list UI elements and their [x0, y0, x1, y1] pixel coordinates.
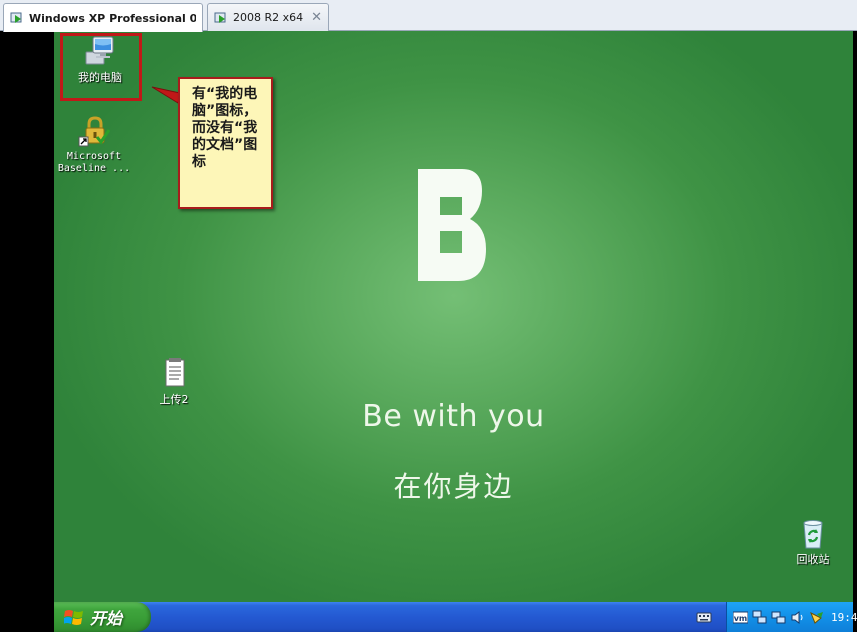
vm-power-icon [214, 12, 226, 23]
wallpaper-slogan-en: Be with you [362, 399, 545, 434]
tab-2008-r2[interactable]: 2008 R2 x64 ✕ [207, 3, 329, 31]
desktop-icon-recycle-bin[interactable]: 回收站 [773, 517, 853, 566]
keyboard-icon[interactable] [696, 610, 712, 624]
wallpaper-slogan-cn: 在你身边 [393, 470, 514, 503]
tab-label: 2008 R2 x64 [233, 11, 304, 24]
close-icon[interactable]: ✕ [307, 10, 322, 25]
recycle-bin-icon [803, 520, 823, 549]
desktop-icon-mbsa[interactable]: Microsoft Baseline ... [54, 115, 134, 175]
vm-icon[interactable]: vm [733, 610, 748, 625]
computer-icon [85, 36, 114, 65]
tab-label: Windows XP Professional 02 [29, 11, 196, 25]
icon-label: 回收站 [796, 553, 830, 566]
lock-icon [78, 116, 111, 147]
windows-flag-icon [64, 610, 83, 625]
wallpaper-logo [418, 169, 486, 281]
vm-window: Windows XP Professional 02 2008 R2 x64 ✕ [0, 0, 857, 632]
vm-right-border [853, 31, 857, 632]
icon-label: Microsoft Baseline ... [57, 151, 131, 174]
vm-power-icon [10, 12, 22, 23]
desktop[interactable]: 我的电脑 Microsoft Baseline ... 上传2 回收站 有“我的… [54, 31, 853, 602]
network-icon[interactable] [752, 610, 767, 625]
network-icon-2[interactable] [771, 610, 786, 625]
sound-icon[interactable] [790, 610, 805, 625]
clock[interactable]: 19:47 [831, 611, 857, 624]
text-file-icon [165, 358, 185, 387]
taskbar: 开始 vm 19:4 [54, 602, 857, 632]
svg-text:vm: vm [734, 614, 748, 623]
start-label: 开始 [90, 609, 123, 628]
desktop-icon-my-computer[interactable]: 我的电脑 [60, 35, 140, 84]
vm-left-border [0, 31, 54, 632]
system-tray: vm 19:47 [726, 602, 857, 632]
annotation-callout: 有“我的电脑”图标，而没有“我的文档”图标 [178, 77, 273, 209]
icon-label: 我的电脑 [78, 71, 122, 84]
vm-tab-bar: Windows XP Professional 02 2008 R2 x64 ✕ [0, 0, 857, 32]
start-button[interactable]: 开始 [54, 602, 151, 632]
update-icon[interactable] [809, 610, 824, 625]
tab-windows-xp[interactable]: Windows XP Professional 02 [3, 3, 203, 32]
